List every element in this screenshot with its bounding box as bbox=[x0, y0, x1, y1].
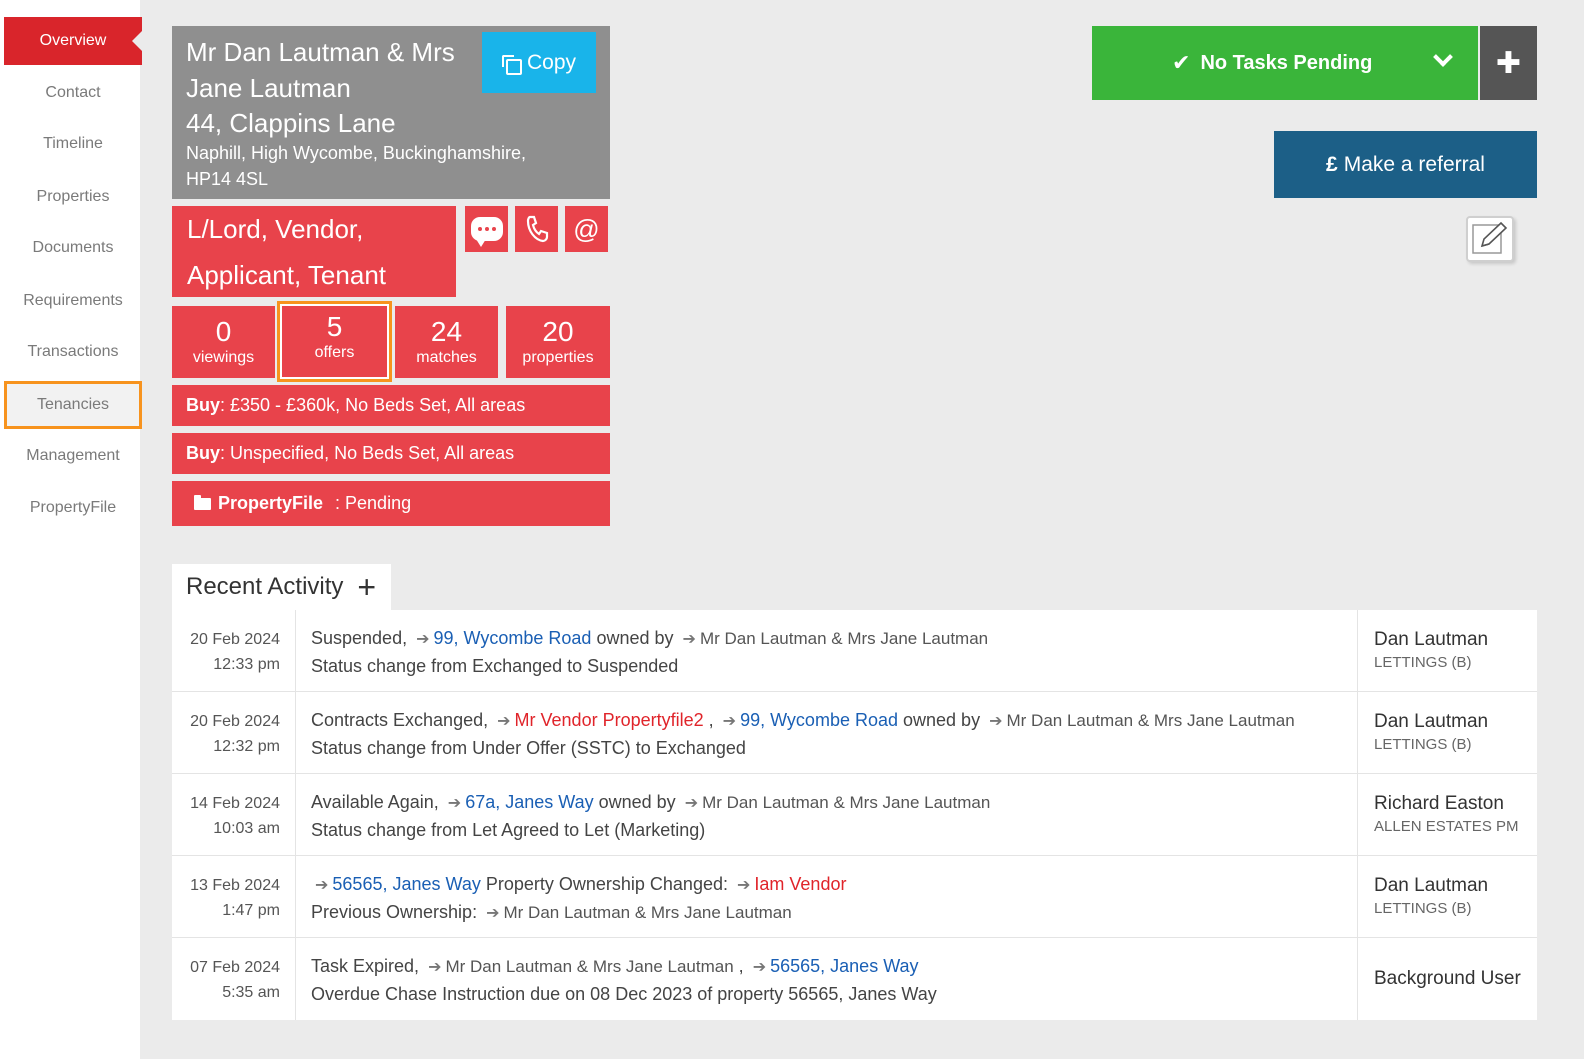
at-icon: @ bbox=[573, 213, 600, 244]
table-row: 20 Feb 2024 12:32 pm Contracts Exchanged… bbox=[172, 692, 1537, 774]
sms-button[interactable] bbox=[465, 206, 508, 252]
arrow-right-icon: ➔ bbox=[752, 959, 767, 976]
edit-icon[interactable] bbox=[1466, 216, 1514, 262]
table-row: 07 Feb 2024 5:35 am Task Expired, ➔ Mr Da… bbox=[172, 938, 1537, 1020]
activity-user: Dan Lautman LETTINGS (B) bbox=[1374, 711, 1489, 753]
call-button[interactable] bbox=[515, 206, 558, 252]
address-line2: Naphill, High Wycombe, Buckinghamshire, … bbox=[186, 143, 526, 189]
contact-link[interactable]: Mr Dan Lautman & Mrs Jane Lautman bbox=[700, 629, 988, 648]
address-line1: 44, Clappins Lane bbox=[186, 108, 396, 138]
sidebar-item-transactions[interactable]: Transactions bbox=[4, 328, 142, 376]
phone-icon bbox=[526, 215, 548, 243]
arrow-right-icon: ➔ bbox=[497, 713, 511, 730]
property-link[interactable]: 56565, Janes Way bbox=[770, 956, 918, 976]
sidebar-item-timeline[interactable]: Timeline bbox=[4, 120, 142, 168]
folder-icon bbox=[194, 494, 211, 510]
activity-date: 07 Feb 2024 5:35 am bbox=[172, 938, 296, 1020]
contact-name: Mr Dan Lautman & Mrs Jane Lautman bbox=[186, 37, 455, 103]
sidebar: Overview Contact Timeline Properties Doc… bbox=[0, 0, 144, 1059]
contact-link[interactable]: Mr Dan Lautman & Mrs Jane Lautman bbox=[1007, 711, 1295, 730]
vendor-link[interactable]: Mr Vendor Propertyfile2 bbox=[515, 710, 704, 730]
table-row: 20 Feb 2024 12:33 pm Suspended, ➔ 99, Wyc… bbox=[172, 610, 1537, 692]
check-icon: ✔ bbox=[1172, 50, 1191, 75]
requirement-bar[interactable]: Buy: Unspecified, No Beds Set, All areas bbox=[172, 433, 610, 474]
make-referral-button[interactable]: £ Make a referral bbox=[1274, 131, 1537, 198]
chevron-down-icon[interactable] bbox=[1433, 47, 1453, 67]
activity-user: Richard Easton ALLEN ESTATES PM bbox=[1374, 793, 1519, 835]
arrow-right-icon: ➔ bbox=[486, 905, 500, 922]
sidebar-item-requirements[interactable]: Requirements bbox=[4, 277, 142, 325]
sidebar-item-propertyfile[interactable]: PropertyFile bbox=[4, 484, 142, 532]
table-row: 14 Feb 2024 10:03 am Available Again, ➔ 6… bbox=[172, 774, 1537, 856]
arrow-right-icon: ➔ bbox=[737, 877, 751, 894]
pencil-icon bbox=[1472, 221, 1508, 254]
sidebar-item-management[interactable]: Management bbox=[4, 432, 142, 480]
arrow-right-icon: ➔ bbox=[684, 795, 699, 812]
contact-roles: L/Lord, Vendor, Applicant, Tenant bbox=[172, 206, 456, 297]
chat-bubble-icon bbox=[470, 217, 503, 247]
activity-user: Dan Lautman LETTINGS (B) bbox=[1374, 875, 1489, 917]
arrow-right-icon: ➔ bbox=[682, 631, 696, 648]
activity-description: Task Expired, ➔ Mr Dan Lautman & Mrs Jane… bbox=[296, 938, 1358, 1020]
contact-link[interactable]: Mr Dan Lautman & Mrs Jane Lautman bbox=[504, 903, 792, 922]
property-link[interactable]: 56565, Janes Way bbox=[332, 874, 480, 894]
arrow-right-icon: ➔ bbox=[722, 713, 737, 730]
arrow-right-icon: ➔ bbox=[416, 631, 430, 648]
activity-date: 20 Feb 2024 12:32 pm bbox=[172, 692, 296, 773]
stat-matches[interactable]: 24 matches bbox=[395, 306, 498, 378]
property-link[interactable]: 67a, Janes Way bbox=[465, 792, 593, 812]
pound-icon: £ bbox=[1326, 152, 1338, 176]
add-activity-icon[interactable]: + bbox=[357, 571, 376, 603]
copy-button[interactable]: Copy bbox=[482, 32, 596, 93]
sidebar-item-overview[interactable]: Overview bbox=[4, 17, 144, 65]
sidebar-item-properties[interactable]: Properties bbox=[4, 173, 142, 221]
stat-properties[interactable]: 20 properties bbox=[506, 306, 610, 378]
property-link[interactable]: 99, Wycombe Road bbox=[740, 710, 898, 730]
contact-link[interactable]: Mr Dan Lautman & Mrs Jane Lautman bbox=[702, 793, 990, 812]
sidebar-item-tenancies[interactable]: Tenancies bbox=[4, 381, 142, 429]
propertyfile-bar[interactable]: PropertyFile : Pending bbox=[172, 481, 610, 526]
vendor-link[interactable]: Iam Vendor bbox=[754, 874, 846, 894]
recent-activity-table: 20 Feb 2024 12:33 pm Suspended, ➔ 99, Wyc… bbox=[172, 610, 1537, 1020]
arrow-right-icon: ➔ bbox=[315, 877, 329, 894]
activity-date: 20 Feb 2024 12:33 pm bbox=[172, 610, 296, 691]
activity-description: Suspended, ➔ 99, Wycombe Road owned by ➔ M… bbox=[296, 610, 1358, 691]
arrow-right-icon: ➔ bbox=[428, 959, 442, 976]
activity-user: Background User bbox=[1374, 968, 1521, 989]
plus-icon: ✚ bbox=[1495, 46, 1522, 80]
table-row: 13 Feb 2024 1:47 pm ➔ 56565, Janes Way Pr… bbox=[172, 856, 1537, 938]
contact-header-card: Mr Dan Lautman & Mrs Jane Lautman 44, Cl… bbox=[172, 26, 610, 199]
stat-viewings[interactable]: 0 viewings bbox=[172, 306, 275, 378]
copy-icon bbox=[501, 54, 522, 75]
propertyfile-logo: PropertyFile bbox=[218, 493, 324, 513]
add-task-button[interactable]: ✚ bbox=[1480, 26, 1537, 100]
email-button[interactable]: @ bbox=[565, 206, 608, 252]
propertyfile-status: : Pending bbox=[335, 493, 412, 513]
sidebar-item-documents[interactable]: Documents bbox=[4, 224, 142, 272]
arrow-right-icon: ➔ bbox=[989, 713, 1003, 730]
activity-description: Available Again, ➔ 67a, Janes Way owned b… bbox=[296, 774, 1358, 855]
activity-date: 13 Feb 2024 1:47 pm bbox=[172, 856, 296, 937]
contact-link[interactable]: Mr Dan Lautman & Mrs Jane Lautman bbox=[445, 957, 733, 976]
tasks-button[interactable]: ✔ No Tasks Pending bbox=[1092, 26, 1478, 100]
activity-date: 14 Feb 2024 10:03 am bbox=[172, 774, 296, 855]
arrow-right-icon: ➔ bbox=[447, 795, 462, 812]
activity-description: Contracts Exchanged, ➔ Mr Vendor Property… bbox=[296, 692, 1358, 773]
requirement-bar[interactable]: Buy: £350 - £360k, No Beds Set, All area… bbox=[172, 385, 610, 426]
recent-activity-tab: Recent Activity + bbox=[172, 564, 391, 610]
sidebar-item-contact[interactable]: Contact bbox=[4, 69, 142, 117]
property-link[interactable]: 99, Wycombe Road bbox=[434, 628, 592, 648]
activity-description: ➔ 56565, Janes Way Property Ownership Cha… bbox=[296, 856, 1358, 937]
stat-offers[interactable]: 5 offers bbox=[277, 301, 392, 382]
activity-user: Dan Lautman LETTINGS (B) bbox=[1374, 629, 1489, 671]
